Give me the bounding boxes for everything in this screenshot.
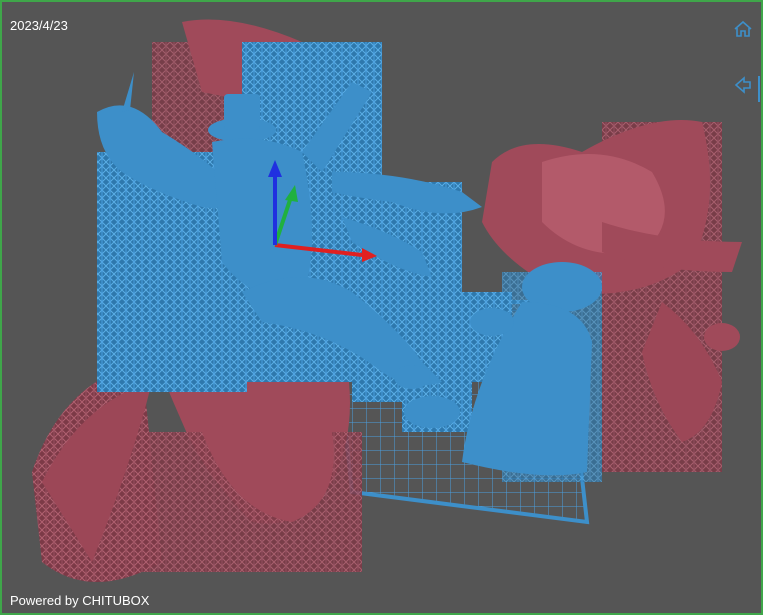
model-scene[interactable] xyxy=(2,2,763,615)
3d-viewport[interactable]: 2023/4/23 Powered by CHITUBOX xyxy=(0,0,763,615)
home-button[interactable] xyxy=(732,18,754,40)
date-label: 2023/4/23 xyxy=(10,18,68,33)
back-button[interactable] xyxy=(732,74,754,96)
home-icon xyxy=(734,20,752,37)
side-panel-edge[interactable] xyxy=(758,76,760,102)
brand-label: Powered by CHITUBOX xyxy=(10,593,150,608)
arrow-left-icon xyxy=(734,76,751,94)
